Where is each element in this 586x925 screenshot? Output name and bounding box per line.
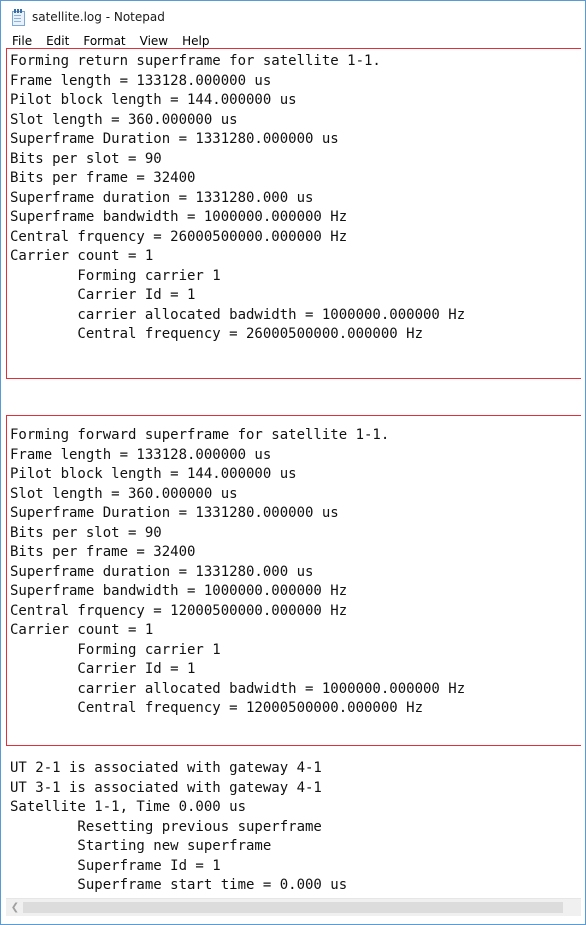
menu-edit[interactable]: Edit: [46, 34, 69, 48]
text-editor[interactable]: Forming return superframe for satellite …: [6, 48, 581, 898]
window-title: satellite.log - Notepad: [32, 10, 165, 24]
return-superframe-log: Forming return superframe for satellite …: [10, 53, 466, 342]
forward-superframe-log: Forming forward superframe for satellite…: [10, 427, 466, 716]
menu-format[interactable]: Format: [83, 34, 125, 48]
menu-bar: File Edit Format View Help: [1, 33, 585, 48]
scrollbar-thumb[interactable]: [23, 902, 563, 913]
title-bar[interactable]: satellite.log - Notepad: [1, 1, 585, 33]
horizontal-scrollbar[interactable]: ❮: [6, 898, 581, 916]
menu-help[interactable]: Help: [182, 34, 209, 48]
notepad-icon: [12, 8, 25, 26]
menu-file[interactable]: File: [12, 34, 32, 48]
menu-view[interactable]: View: [140, 34, 168, 48]
notepad-window: satellite.log - Notepad File Edit Format…: [0, 0, 586, 925]
association-log: UT 2-1 is associated with gateway 4-1 UT…: [10, 760, 348, 893]
chevron-left-icon[interactable]: ❮: [8, 900, 22, 915]
